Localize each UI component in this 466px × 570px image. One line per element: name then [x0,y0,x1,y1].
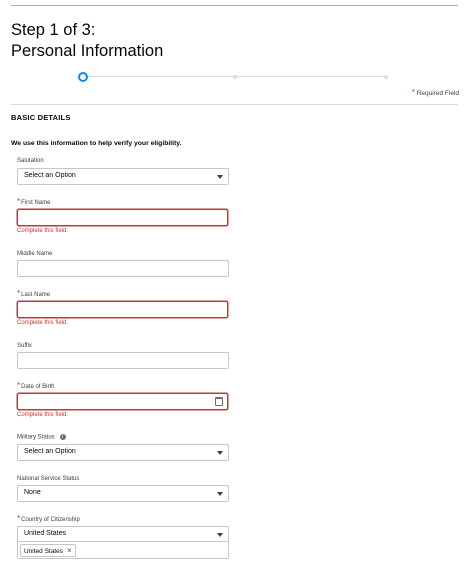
date-of-birth-error: Complete this field. [17,412,69,418]
national-service-status-label: National Service Status [17,476,79,482]
top-divider [11,5,458,6]
military-status-label: Military Status i [17,434,66,441]
last-name-field[interactable] [17,301,228,318]
last-name-label-text: Last Name [21,292,51,298]
date-of-birth-label-text: Date of Birth [21,384,55,390]
national-service-status-value: None [24,489,41,496]
middle-name-label-text: Middle Name [17,251,53,257]
middle-name-label: Middle Name [17,251,52,257]
country-of-citizenship-label-text: Country of Citizenship [21,517,80,523]
suffix-label: Suffix [17,343,32,349]
required-star: * [17,289,21,298]
first-name-label: *First Name [17,197,50,206]
step-indicator-title: Step 1 of 3: [11,21,96,39]
date-of-birth-label: *Date of Birth [17,381,54,390]
last-name-label: *Last Name [17,289,50,298]
salutation-label-text: Salutation [17,158,44,164]
required-field-legend: * Required Field [412,88,459,97]
required-star: * [17,381,21,390]
progress-step-2[interactable] [233,75,237,79]
chevron-down-icon [217,175,223,179]
info-icon[interactable]: i [59,434,66,440]
section-heading: BASIC DETAILS [11,113,71,122]
section-intro: We use this information to help verify y… [11,140,182,147]
salutation-label: Salutation [17,158,44,164]
suffix-label-text: Suffix [17,343,32,349]
last-name-error: Complete this field. [17,320,69,326]
date-of-birth-field[interactable] [17,393,228,410]
country-of-citizenship-value: United States [24,530,67,537]
national-service-status-select[interactable]: None [17,485,229,502]
section-divider [11,104,458,105]
progress-step-3[interactable] [384,75,388,79]
selected-country-label: United States [24,548,64,555]
required-star: * [17,197,21,206]
military-status-value: Select an Option [24,448,76,455]
chevron-down-icon [217,451,223,455]
military-status-label-text: Military Status [17,434,55,441]
selected-country-pill[interactable]: United States × [20,544,76,557]
country-of-citizenship-label: *Country of Citizenship [17,514,80,523]
calendar-icon[interactable] [215,397,223,406]
first-name-label-text: First Name [21,200,51,206]
selected-countries-box: United States × [17,541,229,559]
national-service-status-label-text: National Service Status [17,476,80,482]
page-title: Personal Information [11,42,164,60]
middle-name-field[interactable] [17,260,229,277]
progress-step-1-current[interactable] [78,72,88,82]
suffix-field[interactable] [17,352,229,369]
chevron-down-icon [217,492,223,496]
first-name-error: Complete this field. [17,228,69,234]
salutation-value: Select an Option [24,172,76,179]
close-icon[interactable]: × [67,546,72,555]
progress-indicator [78,71,390,83]
required-star: * [17,514,21,523]
required-legend-text: Required Field [416,90,459,97]
salutation-select[interactable]: Select an Option [17,168,229,185]
military-status-select[interactable]: Select an Option [17,444,229,461]
first-name-field[interactable] [17,209,228,226]
chevron-down-icon [217,533,223,537]
required-star: * [411,88,415,97]
